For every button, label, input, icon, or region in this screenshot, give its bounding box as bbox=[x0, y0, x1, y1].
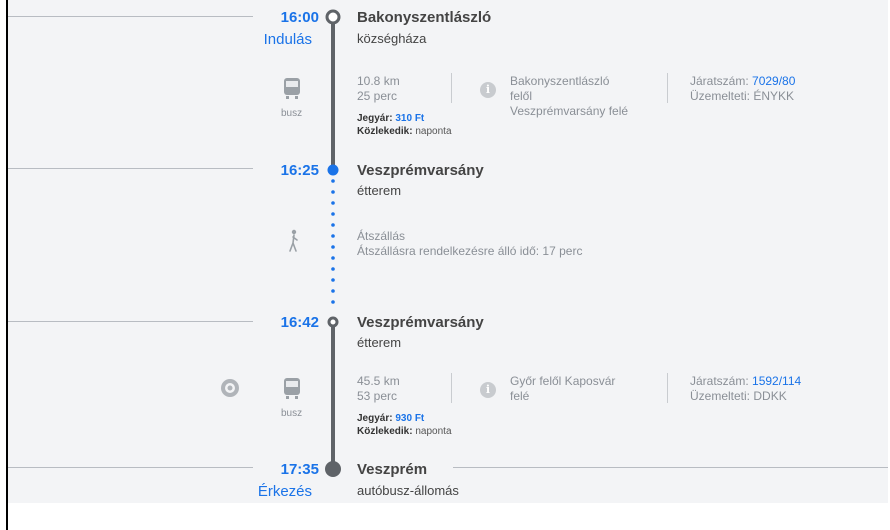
duration: 25 perc bbox=[357, 89, 398, 103]
direction-line-1: Bakonyszentlászló bbox=[510, 74, 610, 88]
distance: 10.8 km bbox=[357, 74, 400, 88]
arrival-label: Érkezés bbox=[257, 483, 312, 500]
mode-label: busz bbox=[281, 408, 303, 419]
runs-line: Közlekedik: naponta bbox=[357, 126, 452, 138]
runs-value: naponta bbox=[415, 126, 452, 137]
timeline-line bbox=[331, 18, 335, 167]
divider bbox=[453, 467, 888, 468]
timeline bbox=[325, 9, 341, 477]
direction-line-2: felől bbox=[510, 89, 533, 103]
fare-label: Jegyár: bbox=[357, 413, 393, 424]
target-icon[interactable] bbox=[220, 378, 240, 398]
transfer-dotted-line bbox=[331, 179, 335, 304]
transfer-title: Átszállás bbox=[357, 229, 406, 243]
departure-stop-marker bbox=[325, 9, 341, 25]
bus-icon bbox=[284, 378, 300, 399]
stop-name[interactable]: Bakonyszentlászló bbox=[357, 9, 491, 26]
runs-line: Közlekedik: naponta bbox=[357, 426, 452, 438]
operator-line: Üzemelteti: DDKK bbox=[690, 389, 787, 403]
duration: 53 perc bbox=[357, 389, 398, 403]
transfer-departure-time: 16:42 bbox=[280, 314, 319, 331]
direction-line-1: Győr felől Kaposvár bbox=[510, 374, 616, 388]
stop-subtitle: községháza bbox=[357, 31, 427, 46]
route-number-link[interactable]: 7029/80 bbox=[752, 74, 795, 88]
divider bbox=[8, 16, 253, 17]
stop-subtitle: étterem bbox=[357, 183, 402, 198]
runs-label: Közlekedik: bbox=[357, 126, 413, 137]
transfer-departure-marker bbox=[327, 316, 339, 328]
direction-line-2: felé bbox=[510, 389, 530, 403]
fare-line: Jegyár: 310 Ft bbox=[357, 113, 424, 125]
arrival-time: 17:35 bbox=[280, 461, 319, 478]
stop-name[interactable]: Veszprémvarsány bbox=[357, 162, 484, 179]
column-divider bbox=[451, 73, 452, 103]
page-frame: 16:00 Indulás Bakonyszentlászló községhá… bbox=[0, 0, 890, 530]
column-divider bbox=[667, 373, 668, 403]
operator-name: ÉNYKK bbox=[753, 89, 795, 103]
direction-line-3: Veszprémvarsány felé bbox=[510, 104, 629, 118]
transfer-arrival-time: 16:25 bbox=[280, 162, 319, 179]
timeline-line bbox=[331, 321, 335, 467]
fare-label: Jegyár: bbox=[357, 113, 393, 124]
arrival-stop-marker bbox=[325, 461, 341, 477]
route-number-line: Járatszám: 7029/80 bbox=[690, 74, 795, 88]
runs-value: naponta bbox=[415, 426, 452, 437]
fare-line: Jegyár: 930 Ft bbox=[357, 413, 424, 425]
stop-name[interactable]: Veszprém bbox=[357, 461, 427, 478]
fare-value: 930 Ft bbox=[395, 413, 425, 424]
column-divider bbox=[667, 73, 668, 103]
transfer-arrival-marker bbox=[327, 164, 339, 176]
operator-label: Üzemelteti: bbox=[690, 389, 751, 403]
operator-name: DDKK bbox=[753, 389, 787, 403]
transfer-time-text: Átszállásra rendelkezésre álló idő: 17 p… bbox=[357, 244, 583, 258]
stop-subtitle: autóbusz-állomás bbox=[357, 483, 459, 498]
distance: 45.5 km bbox=[357, 374, 400, 388]
divider bbox=[8, 467, 253, 468]
stop-name[interactable]: Veszprémvarsány bbox=[357, 314, 484, 331]
divider bbox=[8, 321, 253, 322]
route-details-panel: 16:00 Indulás Bakonyszentlászló községhá… bbox=[8, 0, 888, 503]
bus-icon bbox=[284, 78, 300, 99]
column-divider bbox=[451, 373, 452, 403]
departure-time: 16:00 bbox=[280, 9, 319, 26]
route-label: Járatszám: bbox=[690, 374, 749, 388]
runs-label: Közlekedik: bbox=[357, 426, 413, 437]
operator-line: Üzemelteti: ÉNYKK bbox=[690, 89, 794, 103]
departure-label: Indulás bbox=[263, 31, 312, 48]
route-label: Járatszám: bbox=[690, 74, 749, 88]
operator-label: Üzemelteti: bbox=[690, 89, 751, 103]
stop-subtitle: étterem bbox=[357, 335, 402, 350]
route-number-line: Járatszám: 1592/114 bbox=[690, 374, 801, 388]
info-icon[interactable]: i bbox=[480, 82, 496, 98]
info-icon[interactable]: i bbox=[480, 382, 496, 398]
divider bbox=[8, 168, 253, 169]
fare-value: 310 Ft bbox=[395, 113, 425, 124]
walking-person-icon bbox=[289, 229, 298, 252]
mode-label: busz bbox=[281, 108, 303, 119]
route-number-link[interactable]: 1592/114 bbox=[752, 374, 801, 388]
